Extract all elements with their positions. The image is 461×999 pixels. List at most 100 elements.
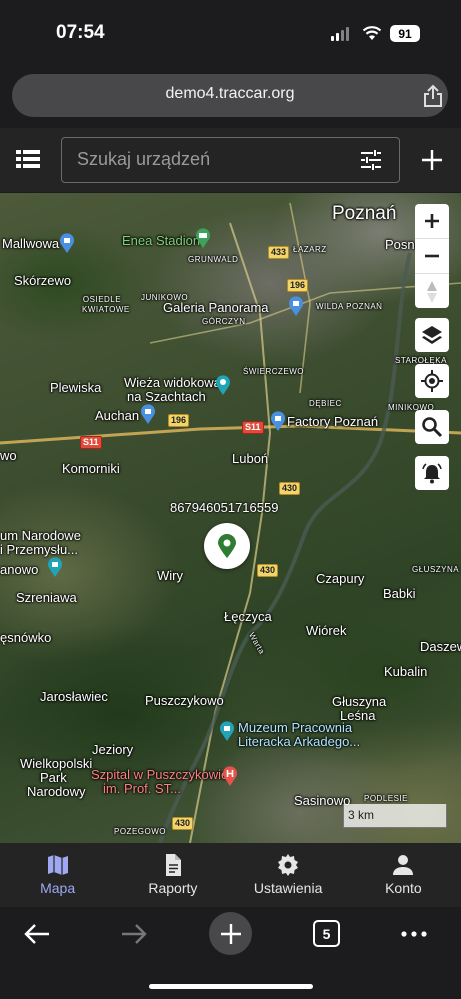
alarm-bell-icon xyxy=(422,463,442,484)
share-icon[interactable] xyxy=(422,84,444,108)
map-label-debiec: DĘBIEC xyxy=(309,399,342,408)
hospital-pin-icon xyxy=(223,766,237,786)
route-196-shield: 196 xyxy=(168,414,190,427)
map-icon xyxy=(47,855,68,875)
map-label-mallwowa: Mallwowa xyxy=(2,236,60,251)
map-label-wiorek: Wiórek xyxy=(306,623,347,638)
map-label-szreniawa: Szreniawa xyxy=(16,590,77,605)
plus-icon xyxy=(220,923,241,944)
forward-arrow-icon[interactable] xyxy=(120,922,148,946)
map-label-galeria-panorama: Galeria Panorama xyxy=(163,300,269,315)
map-label-gluszyna-small: GŁUSZYNA xyxy=(412,565,460,574)
bottom-navigation: Mapa Raporty Ustawienia Konto xyxy=(0,843,461,907)
device-marker[interactable] xyxy=(204,523,250,569)
app-toolbar xyxy=(0,128,461,192)
battery-indicator: 91 xyxy=(390,25,420,42)
notifications-button[interactable] xyxy=(415,456,449,490)
device-search-box[interactable] xyxy=(61,137,400,183)
zoom-out-button[interactable] xyxy=(415,239,449,274)
more-options-icon[interactable] xyxy=(400,930,428,938)
zoom-in-button[interactable] xyxy=(415,204,449,239)
shopping-pin-icon xyxy=(141,404,155,424)
map-label-pozegowo: POZEGOWO xyxy=(114,827,166,836)
route-430-shield: 430 xyxy=(257,564,279,577)
location-pin-icon xyxy=(218,534,236,558)
minus-icon xyxy=(425,254,439,258)
document-icon xyxy=(165,854,181,876)
map-label-gorczyn: GÓRCZYN xyxy=(202,317,246,326)
route-s11-shield: S11 xyxy=(80,436,102,449)
map-label-muzeum-pracownia: Muzeum Pracownia xyxy=(238,720,353,735)
address-bar[interactable]: demo4.traccar.org xyxy=(12,74,448,117)
gear-icon xyxy=(278,854,299,876)
map-scale: 3 km xyxy=(343,804,447,828)
compass-button[interactable] xyxy=(415,274,449,308)
map-label-plewiska: Plewiska xyxy=(50,380,102,395)
map-label-lubon: Luboń xyxy=(232,451,269,466)
compass-icon xyxy=(427,280,437,303)
nav-settings-label: Ustawienia xyxy=(253,880,323,896)
map-label-esnowko: ęsnówko xyxy=(0,630,52,645)
map-label-podlesie: PODLESIE xyxy=(364,794,409,803)
shopping-pin-icon xyxy=(289,296,303,316)
map-label-auchan: Auchan xyxy=(95,408,140,423)
tabs-count-button[interactable]: 5 xyxy=(313,920,340,947)
map-label-na-szachtach: na Szachtach xyxy=(127,389,206,404)
person-icon xyxy=(393,855,414,875)
map-label-szpital: Szpital w Puszczykowie xyxy=(91,767,229,782)
url-text[interactable]: demo4.traccar.org xyxy=(0,85,460,103)
map-label-grunwald: GRUNWALD xyxy=(188,255,239,264)
device-name-label: 867946051716559 xyxy=(170,500,279,515)
nav-reports[interactable]: Raporty xyxy=(115,843,230,907)
cellular-signal-icon xyxy=(331,27,349,41)
route-196-shield: 196 xyxy=(287,279,309,292)
filter-settings-icon[interactable] xyxy=(360,150,382,170)
wifi-icon xyxy=(362,26,382,40)
map-label-wieza-widokowa: Wieża widokowa xyxy=(124,375,221,390)
museum-pin-icon xyxy=(220,721,234,741)
map-label-kubalin: Kubalin xyxy=(384,664,428,679)
route-433-shield: 433 xyxy=(268,246,290,259)
shopping-pin-icon xyxy=(271,411,285,431)
device-search-input[interactable] xyxy=(77,149,337,170)
search-icon xyxy=(422,417,443,438)
map-label-anowo: anowo xyxy=(0,562,39,577)
back-arrow-icon[interactable] xyxy=(23,922,51,946)
crosshair-icon xyxy=(421,370,443,392)
viewpoint-pin-icon xyxy=(216,375,230,395)
map-label-poznan: Poznań xyxy=(332,203,397,224)
roads-layer xyxy=(0,202,461,843)
route-430-shield: 430 xyxy=(279,482,301,495)
nav-settings[interactable]: Ustawienia xyxy=(231,843,346,907)
map-label-jaroslawiec: Jarosławiec xyxy=(40,689,108,704)
layers-button[interactable] xyxy=(415,318,449,352)
map-label-gluszyna: Głuszyna xyxy=(332,694,387,709)
my-location-button[interactable] xyxy=(415,364,449,398)
map-label-leczyca: Łęczyca xyxy=(224,609,272,624)
stadium-pin-icon xyxy=(196,228,210,248)
map-label-swierczewo: ŚWIERCZEWO xyxy=(243,367,304,376)
map-view[interactable]: Poznań Mallwowa Enea Stadion GRUNWALD 43… xyxy=(0,193,461,843)
map-label-lazarz: ŁAZARZ xyxy=(293,245,327,254)
list-view-icon[interactable] xyxy=(16,150,40,168)
shopping-pin-icon xyxy=(60,233,74,253)
map-label-jeziory: Jeziory xyxy=(92,742,134,757)
map-label-park: Park xyxy=(40,770,67,785)
nav-account[interactable]: Konto xyxy=(346,843,461,907)
map-label-osiedle-kwiatowe: OSIEDLE KWIATOWE xyxy=(82,295,130,314)
new-tab-button[interactable] xyxy=(209,912,252,955)
map-label-babki: Babki xyxy=(383,586,416,601)
map-label-enea-stadion: Enea Stadion xyxy=(122,233,201,248)
route-430-shield: 430 xyxy=(172,817,194,830)
add-device-icon[interactable] xyxy=(421,149,443,171)
map-label-daszew: Daszew xyxy=(420,639,461,654)
map-search-button[interactable] xyxy=(415,410,449,444)
museum-pin-icon xyxy=(48,557,62,577)
map-label-wo: wo xyxy=(0,448,17,463)
map-label-um-narodowe: um Narodowe xyxy=(0,528,81,543)
map-label-wiry: Wiry xyxy=(157,568,183,583)
home-indicator xyxy=(149,984,313,989)
map-label-skorzewo: Skórzewo xyxy=(14,273,72,288)
nav-map[interactable]: Mapa xyxy=(0,843,115,907)
map-label-czapury: Czapury xyxy=(316,571,365,586)
